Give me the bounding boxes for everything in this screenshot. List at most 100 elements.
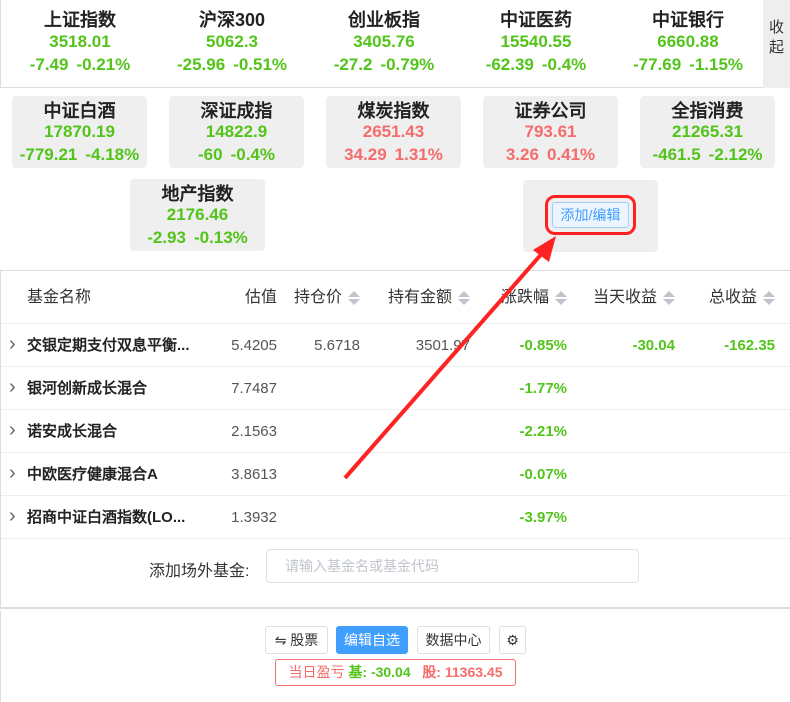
edit-watchlist-button[interactable]: 编辑自选 xyxy=(336,626,408,654)
index-value: 6660.88 xyxy=(657,32,719,51)
index-bar: 上证指数 3518.01 -7.49 -0.21% 沪深300 5062.3 -25.96-… xyxy=(0,0,790,88)
add-edit-button[interactable]: 添加/编辑 xyxy=(545,195,636,235)
card-name: 深证成指 xyxy=(200,101,273,121)
column-header[interactable]: 当天收益 xyxy=(593,271,675,324)
card-change-value: -779.21 xyxy=(19,145,78,164)
column-header: 基金名称 xyxy=(27,271,91,324)
stocks-button[interactable]: ⇋ 股票 xyxy=(265,626,328,654)
column-header[interactable]: 持有金额 xyxy=(388,271,470,324)
card-change: -461.5 -2.12% xyxy=(640,142,775,168)
column-header-label: 当天收益 xyxy=(592,289,657,306)
table-header: 基金名称 估值 持仓价 持有金额 涨跌幅 当天收益 总收益 xyxy=(1,271,790,324)
add-edit-card: 添加/编辑 xyxy=(523,180,658,252)
index-item[interactable]: 沪深300 5062.3 -25.96 -0.51% xyxy=(157,8,307,78)
sort-icon xyxy=(663,290,675,305)
cell-name: 诺安成长混合 xyxy=(27,423,118,440)
index-change-value: -27.2 xyxy=(333,55,373,74)
table-row[interactable]: › 中欧医疗健康混合A 3.8613 -0.07% xyxy=(1,453,790,496)
card-value: 793.61 xyxy=(524,122,577,141)
card-name: 证券公司 xyxy=(514,101,587,121)
index-change-value: -77.69 xyxy=(632,55,682,74)
column-header: 估值 xyxy=(245,271,277,324)
fund-table: 基金名称 估值 持仓价 持有金额 涨跌幅 当天收益 总收益 › 交银定期支付双息平衡... 5.4… xyxy=(0,270,790,539)
data-center-button[interactable]: 数据中心 xyxy=(417,626,490,654)
cell-name: 交银定期支付双息平衡... xyxy=(27,337,190,354)
sort-icon xyxy=(458,290,470,305)
index-change-pct: -0.4% xyxy=(541,55,587,74)
card-change-pct: -2.12% xyxy=(708,145,763,164)
card-change-pct: -0.4% xyxy=(230,145,275,164)
cell-pct: -1.77% xyxy=(519,380,567,397)
cell-name: 银河创新成长混合 xyxy=(27,380,148,397)
index-card[interactable]: 证券公司 793.61 3.26 0.41% xyxy=(483,96,618,168)
stock-pnl-value: 11363.45 xyxy=(444,664,503,680)
expand-chevron-icon[interactable]: › xyxy=(9,367,16,407)
cell-pct: -0.07% xyxy=(519,466,567,483)
card-name: 地产指数 xyxy=(161,184,234,204)
card-value: 21265.31 xyxy=(672,122,743,141)
index-change-value: -62.39 xyxy=(485,55,534,74)
index-change-value: -7.49 xyxy=(29,55,69,74)
index-name: 沪深300 xyxy=(198,10,266,30)
card-change-value: 34.29 xyxy=(344,145,387,164)
index-card[interactable]: 全指消费 21265.31 -461.5 -2.12% xyxy=(640,96,775,168)
card-name: 中证白酒 xyxy=(43,101,116,121)
column-header-label: 持有金额 xyxy=(387,289,452,306)
index-change: -27.2 -0.79% xyxy=(309,52,459,78)
collapse-button[interactable]: 收起 xyxy=(763,0,790,88)
column-header-label: 涨跌幅 xyxy=(500,289,549,306)
index-item[interactable]: 中证医药 15540.55 -62.39 -0.4% xyxy=(461,8,611,78)
column-header[interactable]: 持仓价 xyxy=(294,271,360,324)
cell-name: 中欧医疗健康混合A xyxy=(27,466,158,483)
card-name: 煤炭指数 xyxy=(357,101,430,121)
footer: ⇋ 股票 编辑自选 数据中心 ⚙ 当日盈亏 基: -30.04 股: 11363… xyxy=(0,611,790,702)
column-header-label: 持仓价 xyxy=(293,289,342,306)
sort-icon xyxy=(348,290,360,305)
card-change: -60 -0.4% xyxy=(169,142,304,168)
index-item[interactable]: 创业板指 3405.76 -27.2 -0.79% xyxy=(309,8,459,78)
column-header[interactable]: 总收益 xyxy=(709,271,775,324)
fund-pnl-label: 基: xyxy=(348,664,368,680)
column-header[interactable]: 涨跌幅 xyxy=(501,271,567,324)
index-change-pct: -0.79% xyxy=(380,55,435,74)
table-row[interactable]: › 银河创新成长混合 7.7487 -1.77% xyxy=(1,367,790,410)
expand-chevron-icon[interactable]: › xyxy=(9,324,16,364)
table-row[interactable]: › 交银定期支付双息平衡... 5.4205 5.6718 3501.97 -0.85% -… xyxy=(1,324,790,367)
card-change-pct: -0.13% xyxy=(193,228,248,247)
expand-chevron-icon[interactable]: › xyxy=(9,496,16,536)
sort-icon xyxy=(763,290,775,305)
expand-chevron-icon[interactable]: › xyxy=(9,410,16,450)
expand-chevron-icon[interactable]: › xyxy=(9,453,16,493)
cell-pct: -0.85% xyxy=(519,337,567,354)
table-row[interactable]: › 招商中证白酒指数(LO... 1.3932 -3.97% xyxy=(1,496,790,539)
add-fund-label: 添加场外基金: xyxy=(149,563,250,580)
cell-est: 1.3932 xyxy=(231,509,277,526)
card-change-value: -2.93 xyxy=(147,228,186,247)
card-change: -779.21 -4.18% xyxy=(12,142,147,168)
index-card[interactable]: 深证成指 14822.9 -60 -0.4% xyxy=(169,96,304,168)
card-change-value: -461.5 xyxy=(652,145,701,164)
card-name: 全指消费 xyxy=(671,101,744,121)
index-card[interactable]: 地产指数 2176.46 -2.93 -0.13% xyxy=(130,179,265,251)
index-change-pct: -1.15% xyxy=(689,55,744,74)
card-change: 3.26 0.41% xyxy=(483,142,618,168)
cell-name: 招商中证白酒指数(LO... xyxy=(27,509,186,526)
index-change-pct: -0.51% xyxy=(233,55,288,74)
index-item[interactable]: 中证银行 6660.88 -77.69 -1.15% xyxy=(613,8,763,78)
index-item[interactable]: 上证指数 3518.01 -7.49 -0.21% xyxy=(5,8,155,78)
index-card[interactable]: 中证白酒 17870.19 -779.21 -4.18% xyxy=(12,96,147,168)
index-value: 15540.55 xyxy=(500,32,572,51)
column-header-label: 基金名称 xyxy=(27,289,92,306)
daily-pnl-summary: 当日盈亏 基: -30.04 股: 11363.45 xyxy=(275,659,516,686)
index-change-value: -25.96 xyxy=(176,55,226,74)
index-change: -25.96 -0.51% xyxy=(157,52,307,78)
cell-est: 5.4205 xyxy=(231,337,277,354)
fund-search-input[interactable] xyxy=(266,549,639,583)
column-header-label: 总收益 xyxy=(708,289,757,306)
table-row[interactable]: › 诺安成长混合 2.1563 -2.21% xyxy=(1,410,790,453)
settings-gear-icon[interactable]: ⚙ xyxy=(499,626,526,654)
cell-est: 2.1563 xyxy=(231,423,277,440)
card-value: 17870.19 xyxy=(44,122,115,141)
sort-icon xyxy=(555,290,567,305)
index-card[interactable]: 煤炭指数 2651.43 34.29 1.31% xyxy=(326,96,461,168)
